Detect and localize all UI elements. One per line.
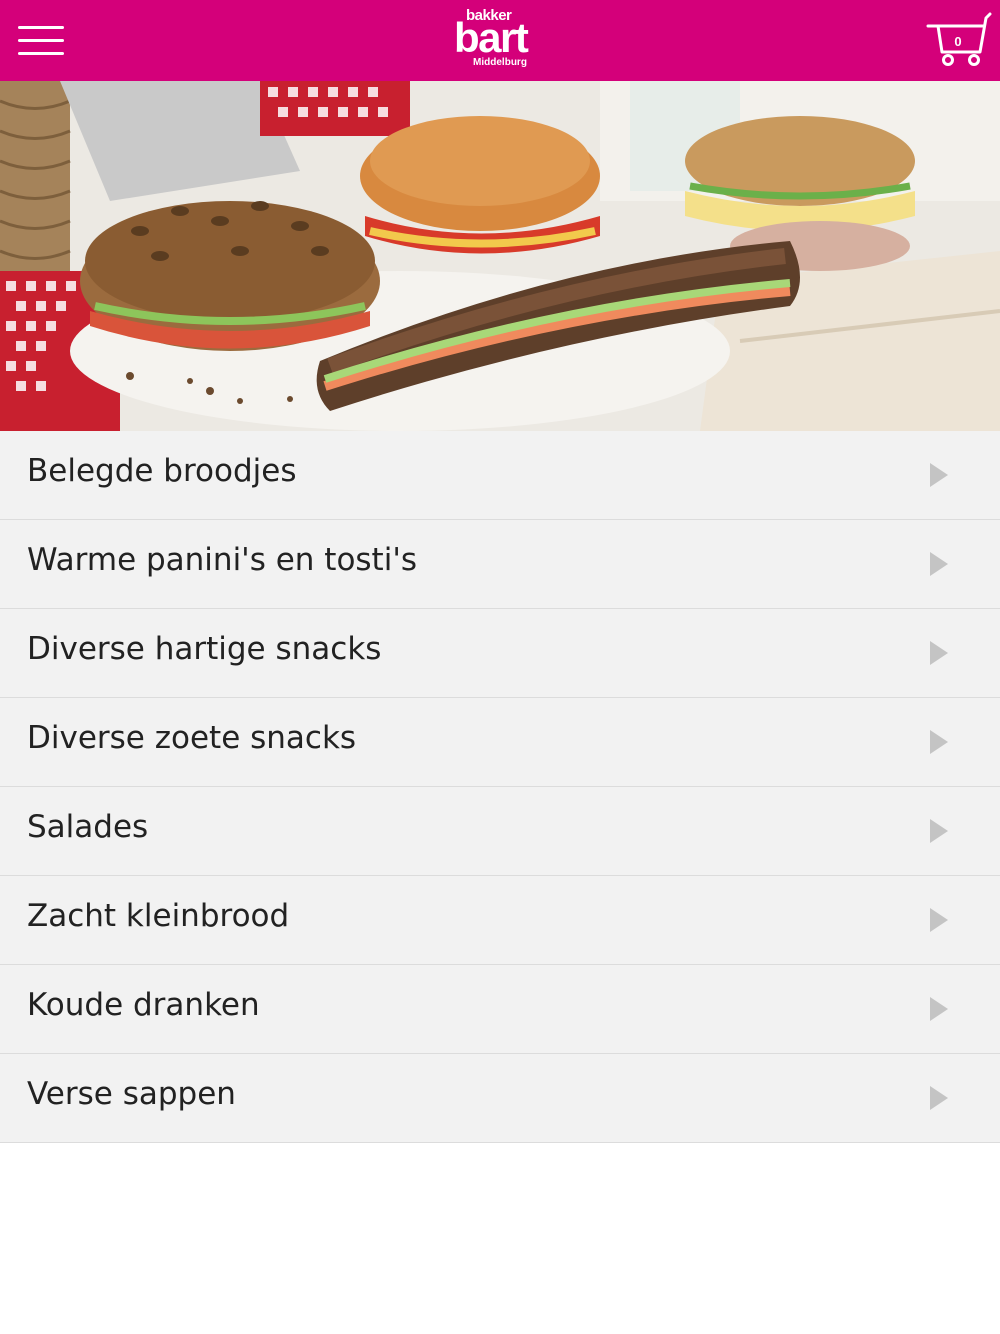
- sandwich-photo-icon: [0, 81, 1000, 431]
- chevron-right-icon: [930, 463, 948, 487]
- list-item-belegde-broodjes[interactable]: Belegde broodjes: [0, 431, 1000, 520]
- chevron-right-icon: [930, 819, 948, 843]
- logo-text-main: bart: [454, 14, 529, 61]
- app-screen: bakker bart Middelburg 0 Belegde broodje…: [0, 0, 1000, 1334]
- chevron-right-icon: [930, 997, 948, 1021]
- list-item-zacht-kleinbrood[interactable]: Zacht kleinbrood: [0, 876, 1000, 965]
- hero-banner-image: [0, 81, 1000, 431]
- cart-count-badge: 0: [954, 34, 962, 49]
- list-item-label: Salades: [27, 809, 149, 845]
- list-item-label: Zacht kleinbrood: [27, 898, 290, 934]
- list-item-salades[interactable]: Salades: [0, 787, 1000, 876]
- chevron-right-icon: [930, 552, 948, 576]
- shopping-cart-button[interactable]: 0: [926, 12, 992, 70]
- list-item-label: Koude dranken: [27, 987, 260, 1023]
- list-item-zoete-snacks[interactable]: Diverse zoete snacks: [0, 698, 1000, 787]
- top-bar: bakker bart Middelburg 0: [0, 0, 1000, 81]
- list-item-label: Diverse zoete snacks: [27, 720, 357, 756]
- list-item-label: Diverse hartige snacks: [27, 631, 382, 667]
- hamburger-menu-icon[interactable]: [16, 20, 66, 60]
- list-item-label: Warme panini's en tosti's: [27, 542, 417, 578]
- list-item-koude-dranken[interactable]: Koude dranken: [0, 965, 1000, 1054]
- logo-text-location: Middelburg: [473, 57, 527, 68]
- chevron-right-icon: [930, 641, 948, 665]
- list-item-warme-paninis[interactable]: Warme panini's en tosti's: [0, 520, 1000, 609]
- chevron-right-icon: [930, 730, 948, 754]
- list-item-verse-sappen[interactable]: Verse sappen: [0, 1054, 1000, 1143]
- category-list: Belegde broodjes Warme panini's en tosti…: [0, 431, 1000, 1143]
- list-item-label: Belegde broodjes: [27, 453, 297, 489]
- list-item-label: Verse sappen: [27, 1076, 236, 1112]
- chevron-right-icon: [930, 1086, 948, 1110]
- bakker-bart-logo[interactable]: bakker bart Middelburg: [440, 6, 560, 76]
- list-item-hartige-snacks[interactable]: Diverse hartige snacks: [0, 609, 1000, 698]
- chevron-right-icon: [930, 908, 948, 932]
